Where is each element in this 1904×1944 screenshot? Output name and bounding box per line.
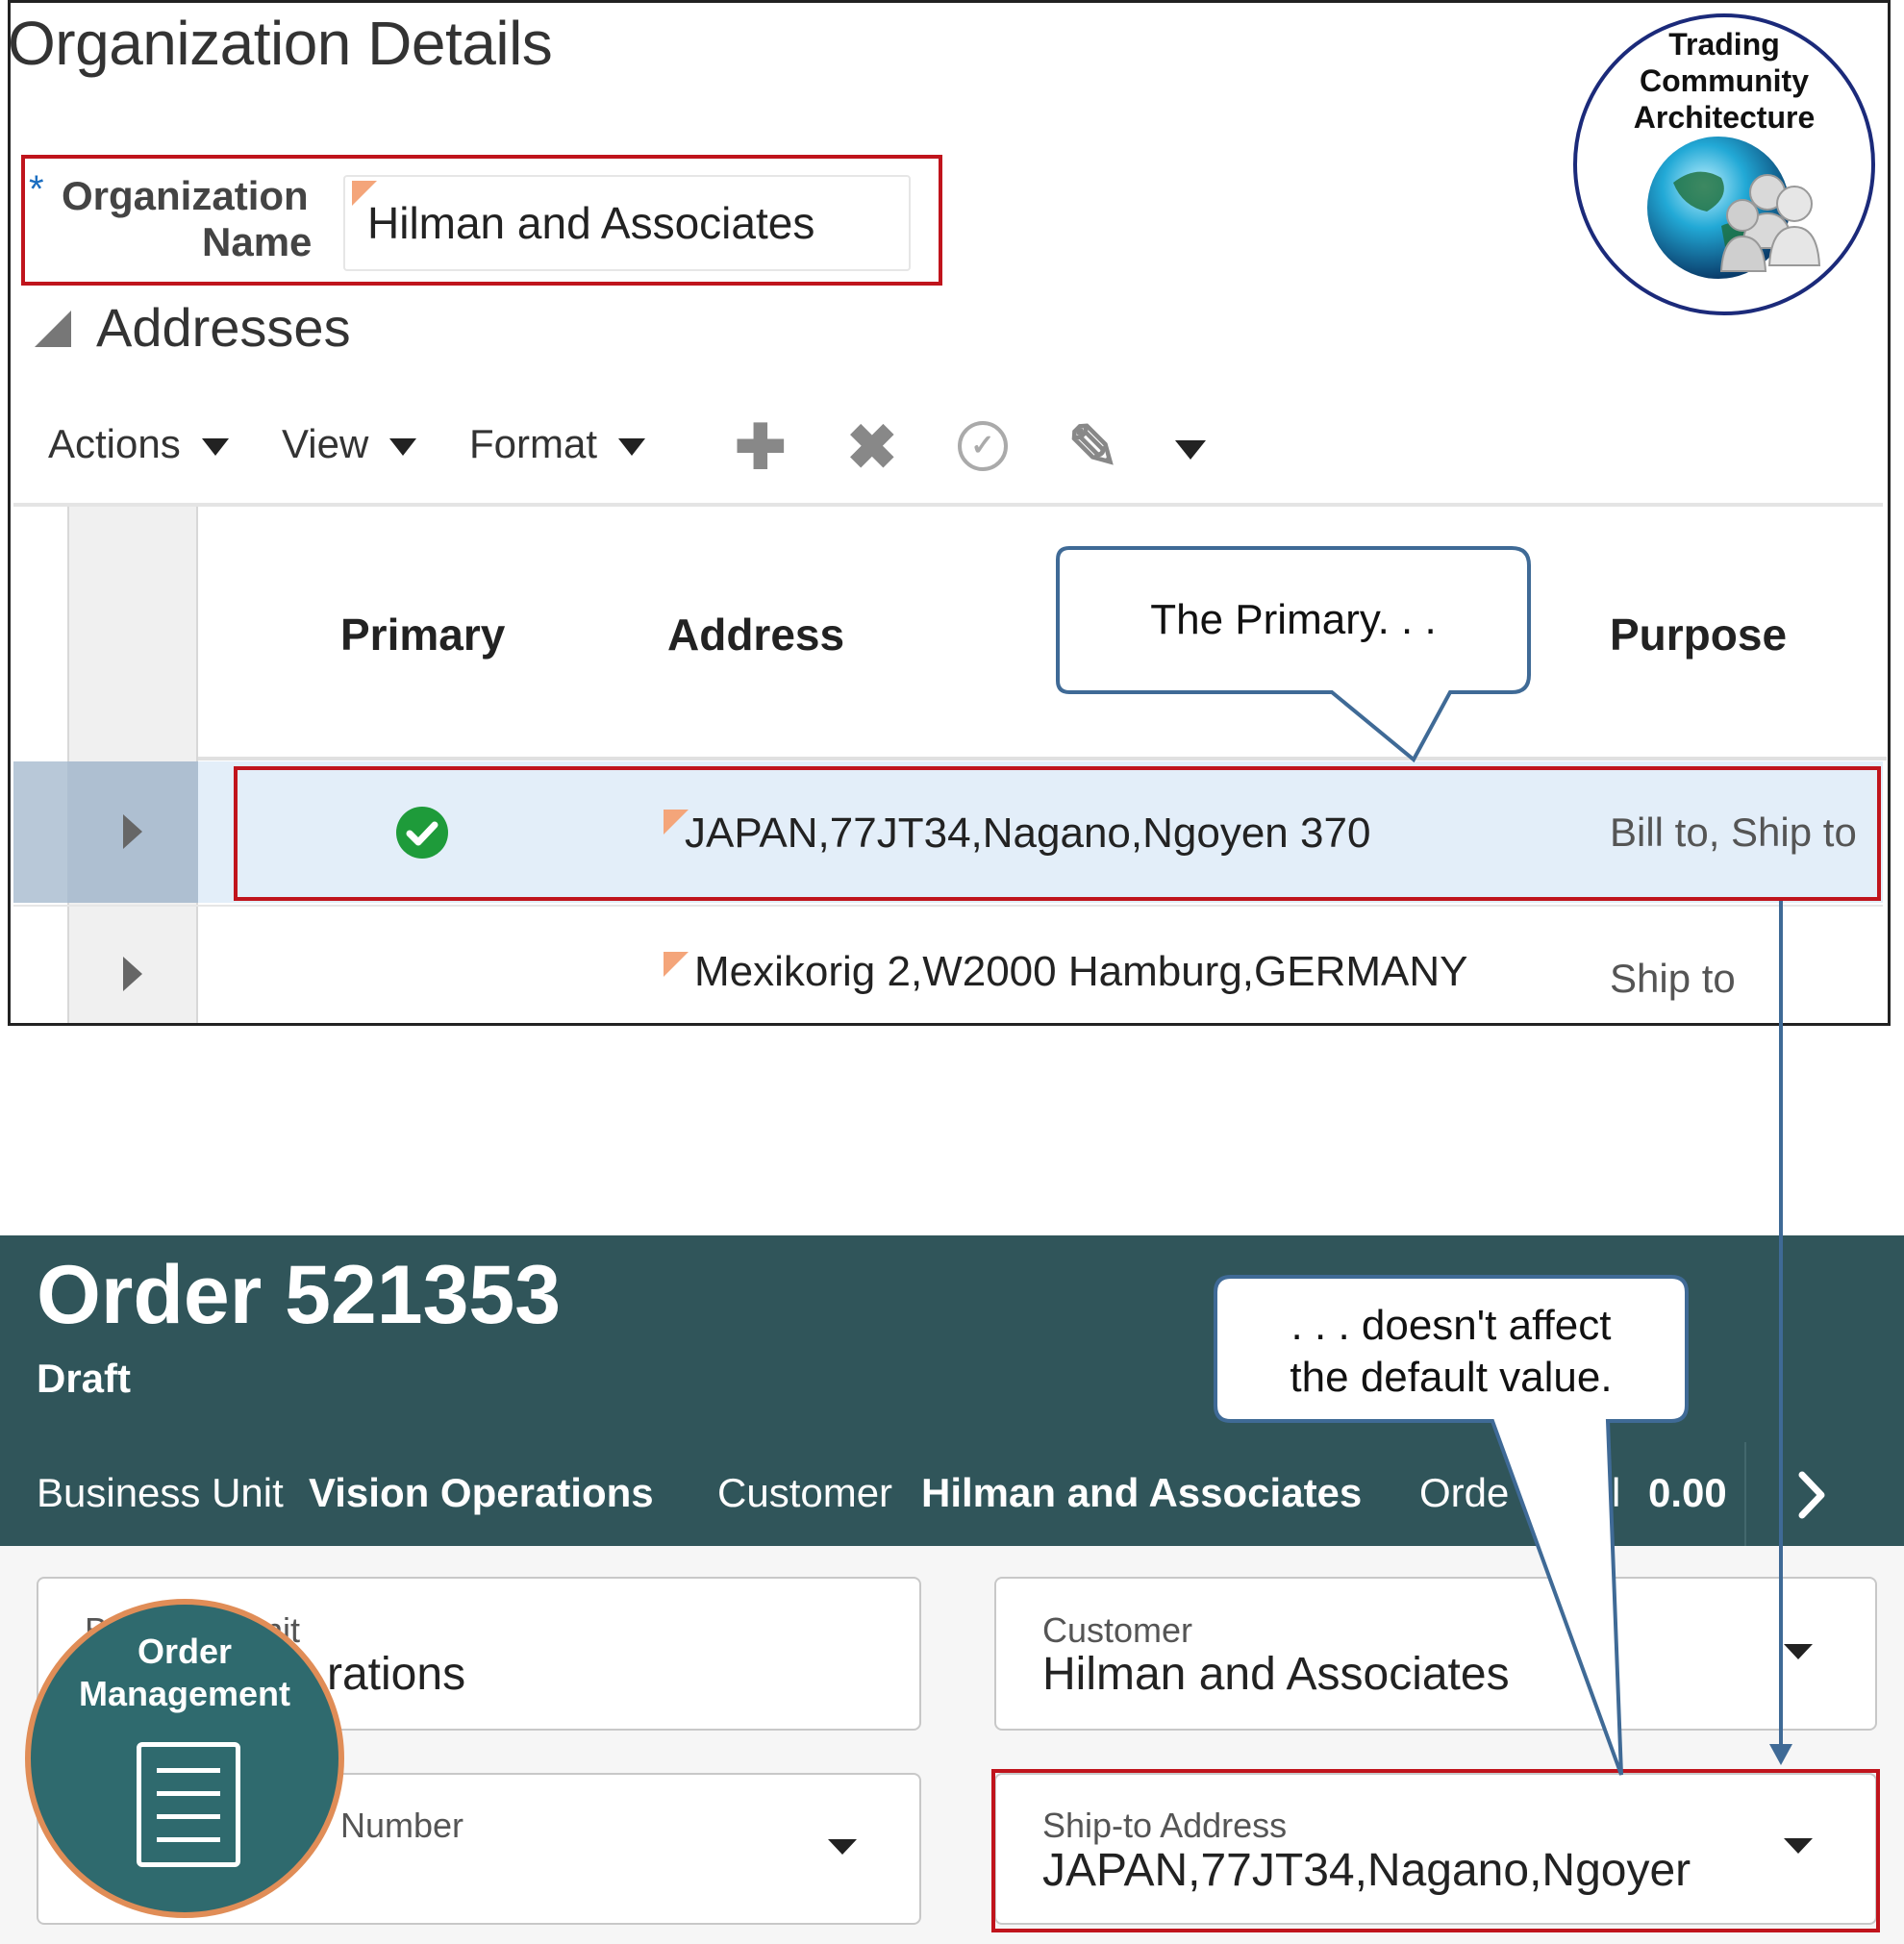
callout-top-text: The Primary. . . bbox=[1150, 596, 1437, 643]
globe-people-icon bbox=[1647, 137, 1821, 279]
callout-bottom-text-line2: the default value. bbox=[1290, 1354, 1613, 1401]
connector-arrow bbox=[1769, 901, 1792, 1765]
annotation-overlay bbox=[1056, 137, 1821, 1776]
callout-top bbox=[1056, 546, 1531, 763]
callout-bottom-text-line1: . . . doesn't affect bbox=[1290, 1302, 1612, 1349]
callout-bottom bbox=[1214, 1275, 1689, 1776]
